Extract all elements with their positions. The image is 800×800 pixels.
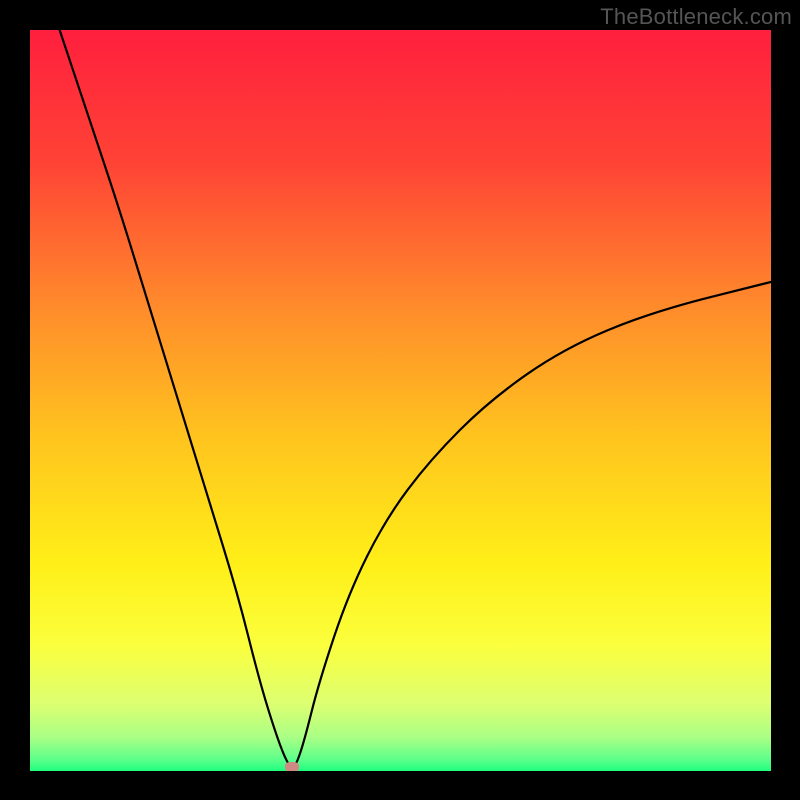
- chart-frame: TheBottleneck.com: [0, 0, 800, 800]
- watermark-text: TheBottleneck.com: [600, 4, 792, 30]
- chart-svg: [30, 30, 771, 771]
- optimal-point-marker: [285, 762, 299, 771]
- gradient-background: [30, 30, 771, 771]
- plot-area: [30, 30, 771, 771]
